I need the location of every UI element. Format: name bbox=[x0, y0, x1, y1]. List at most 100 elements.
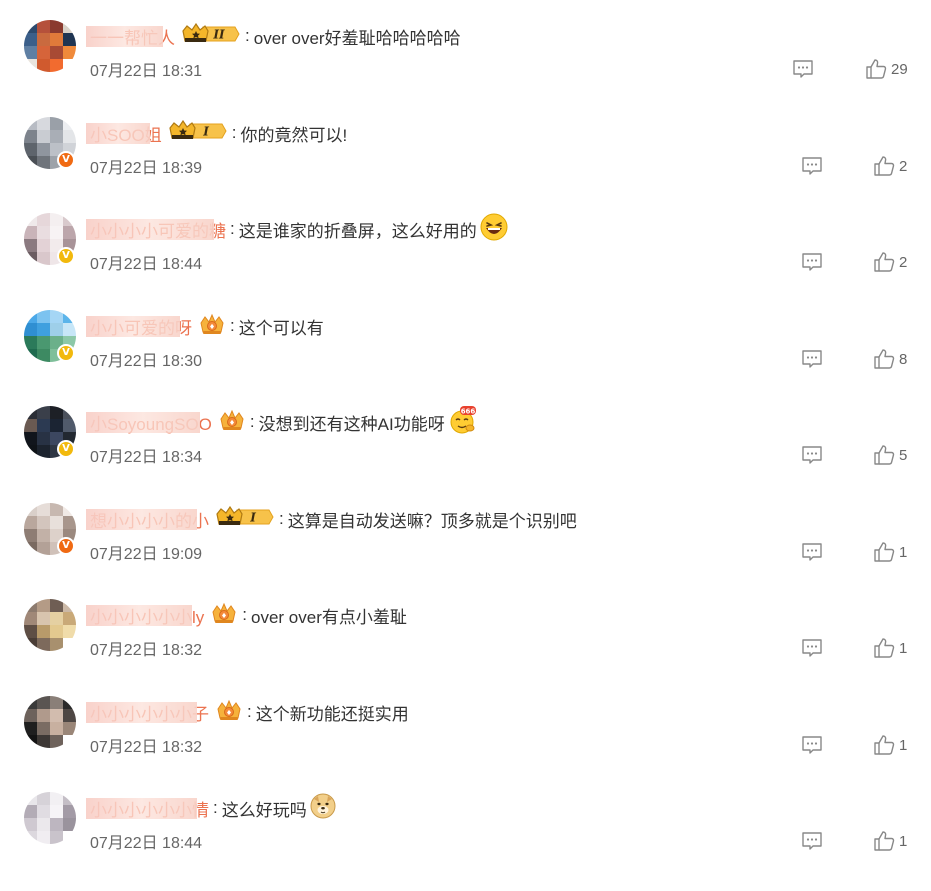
level-badge-icon: II bbox=[181, 22, 241, 50]
reply-icon[interactable] bbox=[801, 831, 823, 851]
like-button[interactable]: 1 bbox=[873, 541, 907, 563]
comment-text: over over有点小羞耻 bbox=[251, 607, 407, 627]
comment-text: 这个可以有 bbox=[238, 318, 324, 338]
comment-line: 小小小小小小情 : 这么好玩吗 bbox=[86, 793, 336, 821]
verified-badge-icon: V bbox=[57, 247, 75, 265]
reply-icon[interactable] bbox=[801, 156, 823, 176]
verified-badge-icon: V bbox=[57, 151, 75, 169]
comment-line: 小小小小小小子 ♦ : 这个新功能还挺实用 bbox=[86, 699, 409, 726]
svg-text:I: I bbox=[202, 124, 209, 138]
comment-line: 小小小小可爱的糖 : 这是谁家的折叠屏，这么好用的 bbox=[86, 213, 508, 242]
like-button[interactable]: 1 bbox=[873, 637, 907, 659]
colon: : bbox=[230, 316, 235, 335]
thumbs-up-icon bbox=[874, 349, 895, 369]
comment-line: 小SOO姐 I : 你的竟然可以! bbox=[86, 119, 348, 147]
avatar[interactable] bbox=[24, 20, 76, 72]
svg-text:666: 666 bbox=[460, 407, 475, 415]
colon: : bbox=[242, 605, 248, 624]
username[interactable]: 一一帮忙人 bbox=[86, 24, 175, 49]
colon: : bbox=[279, 509, 284, 528]
comment-item: V 小SOO姐 I : 你的竟然可以! 07月22日 18:39 2 bbox=[0, 117, 931, 216]
level-badge-icon: ♦ bbox=[210, 602, 238, 629]
comment-time: 07月22日 18:39 bbox=[90, 160, 203, 177]
like-button[interactable]: 2 bbox=[873, 155, 907, 177]
like-button[interactable]: 1 bbox=[873, 734, 907, 756]
reply-icon[interactable] bbox=[801, 542, 823, 562]
comment-text: 这个新功能还挺实用 bbox=[255, 704, 409, 724]
thumbs-up-icon bbox=[874, 831, 895, 851]
level-badge-icon: ♦ bbox=[218, 409, 246, 436]
comment-text: 这算是自动发送嘛？顶多就是个识别吧 bbox=[287, 511, 577, 531]
username[interactable]: 小SOO姐 bbox=[86, 121, 162, 146]
comment-text: 没想到还有这种AI功能呀 bbox=[258, 414, 445, 434]
username[interactable]: 小小小小可爱的糖 bbox=[86, 217, 226, 242]
verified-badge-icon: V bbox=[57, 440, 75, 458]
thumbs-up-icon bbox=[874, 156, 895, 176]
comment-time: 07月22日 18:31 bbox=[90, 63, 203, 80]
username[interactable]: 小SoyoungSOO bbox=[86, 410, 212, 435]
username[interactable]: 小小可爱的呀 bbox=[86, 314, 192, 339]
colon: : bbox=[249, 412, 255, 431]
svg-text:I: I bbox=[249, 510, 256, 524]
comment-text: 你的竟然可以! bbox=[240, 125, 348, 145]
comment-item: 小小小小小小子 ♦ : 这个新功能还挺实用 07月22日 18:32 1 bbox=[0, 696, 931, 795]
comment-time: 07月22日 18:44 bbox=[90, 835, 203, 852]
like-button[interactable]: 1 bbox=[873, 830, 907, 852]
username[interactable]: 小小小小小小ly bbox=[86, 603, 204, 628]
colon: : bbox=[230, 219, 235, 238]
avatar[interactable] bbox=[24, 696, 76, 748]
reply-icon[interactable] bbox=[801, 349, 823, 369]
like-button[interactable]: 8 bbox=[873, 348, 907, 370]
thumbs-up-icon bbox=[874, 252, 895, 272]
reply-icon[interactable] bbox=[801, 638, 823, 658]
comment-time: 07月22日 18:44 bbox=[90, 256, 203, 273]
like-count: 1 bbox=[899, 832, 908, 850]
level-badge-icon: I bbox=[215, 505, 275, 533]
comment-time: 07月22日 18:32 bbox=[90, 739, 203, 756]
reply-icon[interactable] bbox=[801, 252, 823, 272]
comment-text: over over好羞耻哈哈哈哈哈 bbox=[253, 28, 461, 48]
avatar[interactable] bbox=[24, 792, 76, 844]
username[interactable]: 小小小小小小子 bbox=[86, 700, 209, 725]
like-count: 8 bbox=[899, 350, 908, 368]
svg-text:♦: ♦ bbox=[226, 709, 232, 717]
username[interactable]: 想小小小小的小 bbox=[86, 507, 209, 532]
level-badge-icon: I bbox=[168, 119, 228, 147]
comment-line: 小小小小小小ly ♦ : over over有点小羞耻 bbox=[86, 602, 407, 629]
colon: : bbox=[213, 798, 218, 817]
reply-icon[interactable] bbox=[801, 735, 823, 755]
reply-icon[interactable] bbox=[792, 59, 814, 79]
like-count: 29 bbox=[891, 60, 908, 78]
like-count: 2 bbox=[899, 157, 908, 175]
comment-list: 一一帮忙人 II : over over好羞耻哈哈哈哈哈 07月22日 18:3… bbox=[0, 0, 931, 879]
comment-item: 小小小小小小情 : 这么好玩吗 07月22日 18:44 1 bbox=[0, 792, 931, 891]
comment-line: 想小小小小的小 I : 这算是自动发送嘛？顶多就是个识别吧 bbox=[86, 505, 577, 533]
comment-line: 小SoyoungSOO ♦ : 没想到还有这种AI功能呀 666 bbox=[86, 405, 478, 436]
666-face-emoji-icon: 666 bbox=[448, 405, 478, 440]
like-count: 1 bbox=[899, 543, 908, 561]
comment-line: 小小可爱的呀 ♦ : 这个可以有 bbox=[86, 313, 324, 339]
like-button[interactable]: 29 bbox=[865, 58, 908, 80]
svg-text:♦: ♦ bbox=[229, 419, 235, 427]
comment-time: 07月22日 19:09 bbox=[90, 546, 203, 563]
like-button[interactable]: 5 bbox=[873, 444, 907, 466]
thumbs-up-icon bbox=[874, 735, 895, 755]
username[interactable]: 小小小小小小情 bbox=[86, 796, 209, 821]
like-button[interactable]: 2 bbox=[873, 251, 907, 273]
comment-item: V 小小可爱的呀 ♦ : 这个可以有 07月22日 18:30 8 bbox=[0, 310, 931, 409]
reply-icon[interactable] bbox=[801, 445, 823, 465]
svg-text:II: II bbox=[212, 27, 225, 41]
thumbs-up-icon bbox=[866, 59, 887, 79]
comment-item: 一一帮忙人 II : over over好羞耻哈哈哈哈哈 07月22日 18:3… bbox=[0, 20, 931, 119]
svg-text:♦: ♦ bbox=[221, 612, 227, 620]
avatar[interactable] bbox=[24, 599, 76, 651]
comment-time: 07月22日 18:30 bbox=[90, 353, 203, 370]
comment-time: 07月22日 18:34 bbox=[90, 449, 203, 466]
colon: : bbox=[231, 123, 237, 142]
level-badge-icon: ♦ bbox=[215, 699, 243, 726]
laughing-face-emoji-icon bbox=[480, 213, 508, 246]
thumbs-up-icon bbox=[874, 445, 895, 465]
like-count: 5 bbox=[899, 446, 908, 464]
thumbs-up-icon bbox=[874, 638, 895, 658]
like-count: 1 bbox=[899, 639, 908, 657]
